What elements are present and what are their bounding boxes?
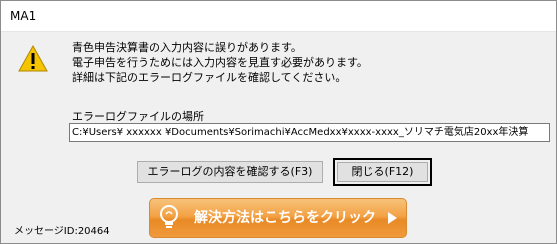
arrow-right-icon: [388, 212, 397, 224]
close-button-focus-frame: 閉じる(F12): [333, 158, 432, 186]
dialog-window: MA1 青色申告決算書の入力内容に誤りがあります。 電子申告を行うためには入力内…: [0, 0, 557, 244]
confirm-log-button[interactable]: エラーログの内容を確認する(F3): [137, 161, 323, 183]
message-line: 青色申告決算書の入力内容に誤りがあります。: [72, 41, 302, 54]
solution-button[interactable]: 解決方法はこちらをクリック: [149, 198, 407, 238]
log-path-field[interactable]: C:¥Users¥ xxxxxx ¥Documents¥Sorimachi¥Ac…: [69, 123, 550, 142]
message-id: メッセージID:20464: [14, 226, 110, 237]
window-title: MA1: [1, 1, 556, 32]
error-message: 青色申告決算書の入力内容に誤りがあります。 電子申告を行うためには入力内容を見直…: [72, 40, 368, 85]
log-location-label: エラーログファイルの場所: [72, 110, 204, 123]
message-line: 電子申告を行うためには入力内容を見直す必要があります。: [72, 56, 368, 69]
solution-label: 解決方法はこちらをクリック: [194, 210, 376, 226]
warning-icon: [18, 45, 48, 72]
lightbulb-icon: [160, 205, 178, 228]
message-line: 詳細は下記のエラーログファイルを確認してください。: [72, 71, 347, 84]
close-button[interactable]: 閉じる(F12): [337, 162, 428, 182]
